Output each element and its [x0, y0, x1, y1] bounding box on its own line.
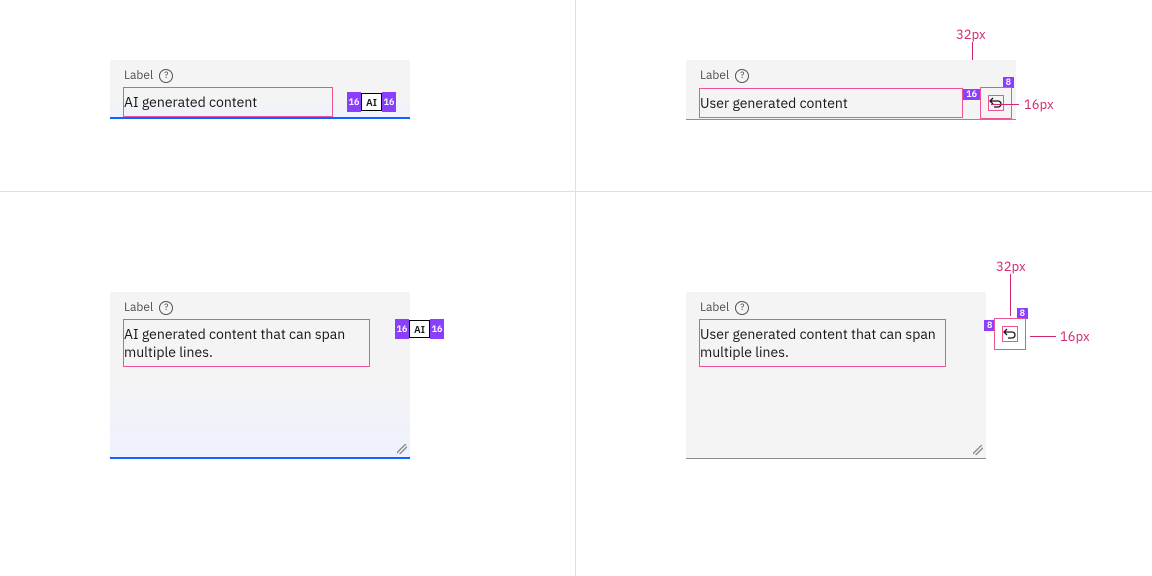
textarea-user[interactable]: Label ? User generated content that can … — [686, 292, 986, 459]
help-icon[interactable]: ? — [735, 69, 749, 83]
spacing-badge-right: 16 — [382, 92, 396, 112]
field-label: Label — [124, 300, 153, 315]
width-callout: 32px — [956, 26, 986, 43]
spacing-badge-8-top: 8 — [1003, 77, 1014, 88]
help-icon[interactable]: ? — [735, 301, 749, 315]
revert-button[interactable]: 8 — [994, 318, 1026, 350]
text-input-user[interactable]: Label ? User generated content 16 8 — [686, 60, 1016, 120]
ai-chip: AI — [409, 320, 430, 338]
input-value: User generated content — [700, 94, 848, 112]
spacing-badge-left: 16 — [347, 92, 361, 112]
ai-indicator: 16 AI 16 — [395, 319, 444, 339]
field-label: Label — [700, 300, 729, 315]
undo-icon — [988, 95, 1004, 111]
help-icon[interactable]: ? — [159, 301, 173, 315]
spacing-badge-16: 16 — [963, 89, 980, 100]
leader-horizontal — [1030, 336, 1056, 337]
spec-cell-user-single-line: 32px Label ? User generated content 16 8 — [576, 0, 1152, 192]
ai-indicator: 16 AI 16 — [347, 92, 396, 112]
spacing-badge-8-top: 8 — [1017, 308, 1028, 319]
leader-horizontal — [991, 104, 1019, 105]
input-value: AI generated content — [124, 93, 257, 111]
field-label: Label — [700, 68, 729, 83]
revert-button[interactable]: 8 — [980, 87, 1012, 119]
textarea-value: User generated content that can span mul… — [700, 325, 936, 361]
text-input-ai[interactable]: Label ? AI generated content 16 AI 16 — [110, 60, 410, 119]
textarea-ai[interactable]: Label ? AI generated content that can sp… — [110, 292, 410, 459]
icon-size-callout: 16px — [1024, 96, 1054, 113]
help-icon[interactable]: ? — [159, 69, 173, 83]
field-label: Label — [124, 68, 153, 83]
ai-chip: AI — [361, 93, 382, 111]
icon-size-callout: 16px — [1060, 328, 1090, 345]
spacing-badge-right: 16 — [430, 319, 444, 339]
width-callout: 32px — [996, 258, 1026, 275]
spec-cell-user-textarea: 32px Label ? User generated content that… — [576, 192, 1152, 576]
spec-cell-ai-single-line: Label ? AI generated content 16 AI 16 — [0, 0, 576, 192]
textarea-value: AI generated content that can span multi… — [124, 325, 345, 361]
undo-icon — [1002, 326, 1018, 342]
spec-cell-ai-textarea: Label ? AI generated content that can sp… — [0, 192, 576, 576]
spacing-badge-left: 16 — [395, 319, 409, 339]
